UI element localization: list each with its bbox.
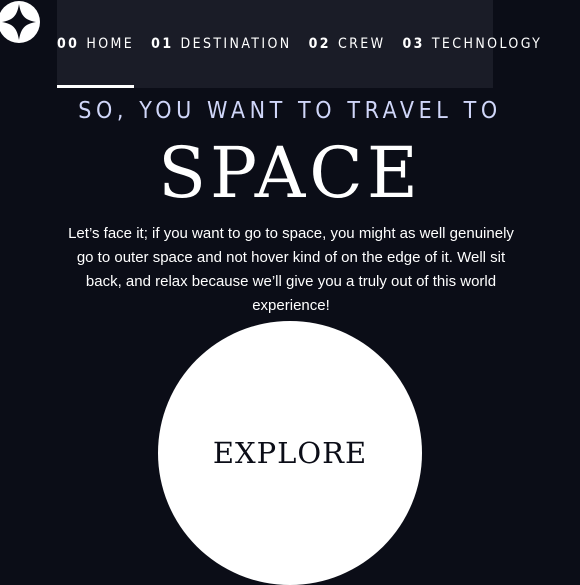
nav-item-number: 03 <box>402 36 425 52</box>
hero-kicker: SO, YOU WANT TO TRAVEL TO <box>78 98 502 124</box>
nav-item-label: CREW <box>337 36 386 52</box>
star-logo-icon <box>0 1 40 43</box>
nav-item-label: TECHNOLOGY <box>431 36 543 52</box>
nav-item-crew[interactable]: 02 CREW <box>309 0 386 88</box>
explore-button[interactable]: EXPLORE <box>158 321 422 585</box>
hero-title: SPACE <box>158 132 422 214</box>
explore-button-label: EXPLORE <box>212 436 368 470</box>
nav-item-technology[interactable]: 03 TECHNOLOGY <box>403 0 543 88</box>
nav-item-number: 00 <box>57 36 80 52</box>
logo[interactable] <box>0 0 42 44</box>
nav-item-number: 02 <box>308 36 331 52</box>
main-nav: 00 HOME 01 DESTINATION 02 CREW 03 TECHNO… <box>57 0 540 88</box>
nav-item-home[interactable]: 00 HOME <box>57 0 135 88</box>
nav-item-label: HOME <box>86 36 135 52</box>
hero-description: Let’s face it; if you want to go to spac… <box>68 225 514 314</box>
nav-item-number: 01 <box>151 36 174 52</box>
nav-item-label: DESTINATION <box>180 36 292 52</box>
nav-item-destination[interactable]: 01 DESTINATION <box>151 0 291 88</box>
